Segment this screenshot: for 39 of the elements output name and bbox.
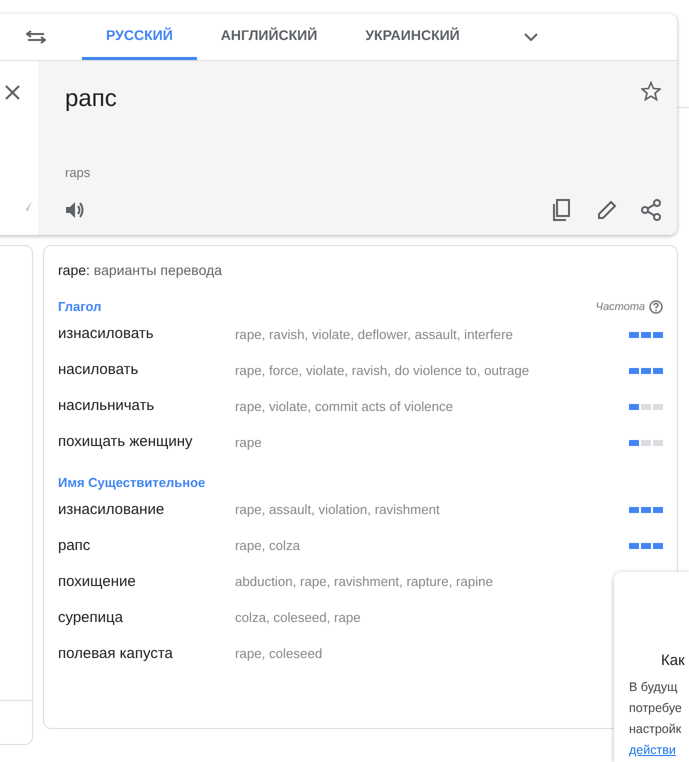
speaker-icon[interactable]: [65, 201, 85, 219]
translation-word[interactable]: сурепица: [58, 606, 235, 630]
translation-word[interactable]: похищение: [58, 570, 235, 594]
swap-icon[interactable]: [26, 30, 46, 44]
translation-word[interactable]: полевая капуста: [58, 642, 235, 666]
synonyms-text: rape, assault, violation, ravishment: [235, 501, 441, 520]
synonyms-text: rape, coleseed: [235, 645, 324, 664]
language-tab[interactable]: УКРАИНСКИЙ: [341, 14, 484, 60]
synonyms-text: rape, violate, commit acts of violence: [235, 398, 454, 416]
popup-link[interactable]: действи: [629, 740, 676, 760]
translation-text: рапс: [65, 84, 117, 114]
synonyms-text: rape, colza: [235, 537, 302, 556]
share-icon[interactable]: [641, 199, 661, 221]
transliteration-text: raps: [65, 164, 92, 182]
popup-title: Как: [661, 651, 685, 671]
copy-icon[interactable]: [553, 199, 573, 221]
translation-word[interactable]: рапс: [58, 534, 235, 558]
part-of-speech-label: Глагол: [58, 298, 102, 316]
help-icon[interactable]: [649, 300, 663, 314]
translation-word[interactable]: похищать женщину: [58, 431, 235, 454]
synonyms-text: rape, ravish, violate, deflower, assault, interfere: [235, 326, 514, 344]
synonyms-text: abduction, rape, ravishment, rapture, rapine: [235, 573, 494, 592]
frequency-label: Частота: [596, 300, 645, 314]
chevron-down-icon[interactable]: [524, 32, 538, 42]
translation-word[interactable]: насиловать: [58, 359, 235, 382]
synonyms-text: colza, coleseed, rape: [235, 609, 362, 628]
popup-text-line: В будущ: [629, 678, 678, 696]
dictionary-title: rape: варианты перевода: [58, 261, 224, 280]
language-tab[interactable]: АНГЛИЙСКИЙ: [196, 14, 342, 60]
translation-word[interactable]: изнасиловать: [58, 323, 235, 346]
synonyms-text: rape: [235, 434, 263, 452]
popup-text-line: настройк: [629, 720, 682, 738]
popup-text-line: потребуе: [629, 700, 682, 717]
translation-word[interactable]: изнасилование: [58, 498, 235, 522]
translation-word[interactable]: насильничать: [58, 395, 235, 418]
star-icon[interactable]: [641, 81, 661, 101]
part-of-speech-label: Имя Существительное: [58, 474, 206, 492]
close-icon[interactable]: [5, 85, 20, 100]
synonyms-text: rape, force, violate, ravish, do violence to, outrage: [235, 362, 530, 380]
